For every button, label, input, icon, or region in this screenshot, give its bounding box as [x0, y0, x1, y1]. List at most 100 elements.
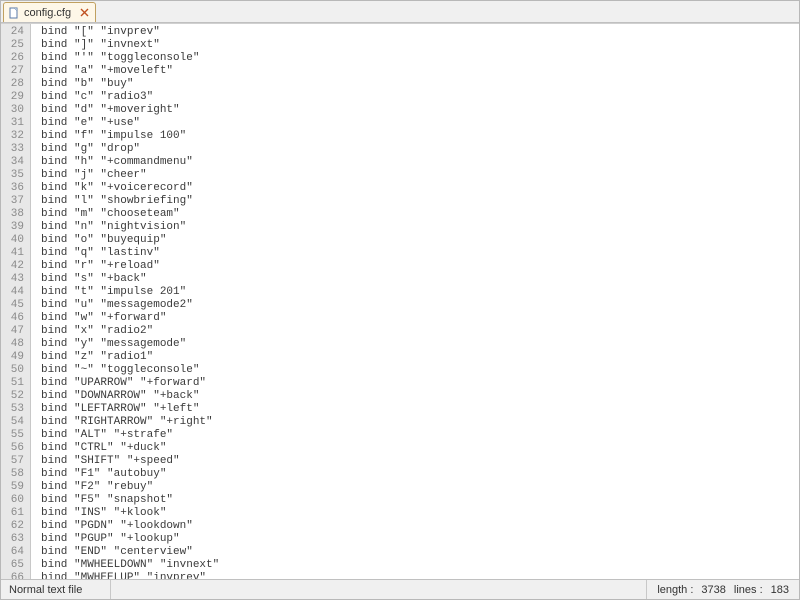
line-number: 45 — [1, 299, 30, 312]
code-line[interactable]: bind "h" "+commandmenu" — [41, 156, 799, 169]
line-number: 48 — [1, 338, 30, 351]
line-number: 31 — [1, 117, 30, 130]
line-number: 64 — [1, 546, 30, 559]
line-number: 56 — [1, 442, 30, 455]
close-icon[interactable] — [79, 8, 89, 18]
line-number: 35 — [1, 169, 30, 182]
code-line[interactable]: bind "n" "nightvision" — [41, 221, 799, 234]
code-line[interactable]: bind "CTRL" "+duck" — [41, 442, 799, 455]
code-line[interactable]: bind "r" "+reload" — [41, 260, 799, 273]
code-line[interactable]: bind "e" "+use" — [41, 117, 799, 130]
code-line[interactable]: bind "DOWNARROW" "+back" — [41, 390, 799, 403]
line-number: 55 — [1, 429, 30, 442]
code-line[interactable]: bind "d" "+moveright" — [41, 104, 799, 117]
code-line[interactable]: bind "b" "buy" — [41, 78, 799, 91]
status-metrics: length : 3738 lines : 183 — [647, 580, 799, 599]
line-number-gutter: 2425262728293031323334353637383940414243… — [1, 24, 31, 579]
status-length-label: length : — [657, 584, 693, 596]
code-line[interactable]: bind "y" "messagemode" — [41, 338, 799, 351]
code-line[interactable]: bind "MWHEELDOWN" "invnext" — [41, 559, 799, 572]
editor-area[interactable]: 2425262728293031323334353637383940414243… — [1, 23, 799, 579]
code-line[interactable]: bind "]" "invnext" — [41, 39, 799, 52]
code-line[interactable]: bind "F2" "rebuy" — [41, 481, 799, 494]
line-number: 47 — [1, 325, 30, 338]
code-line[interactable]: bind "RIGHTARROW" "+right" — [41, 416, 799, 429]
line-number: 60 — [1, 494, 30, 507]
line-number: 63 — [1, 533, 30, 546]
code-line[interactable]: bind "f" "impulse 100" — [41, 130, 799, 143]
line-number: 33 — [1, 143, 30, 156]
line-number: 52 — [1, 390, 30, 403]
code-line[interactable]: bind "o" "buyequip" — [41, 234, 799, 247]
code-line[interactable]: bind "w" "+forward" — [41, 312, 799, 325]
line-number: 32 — [1, 130, 30, 143]
line-number: 62 — [1, 520, 30, 533]
line-number: 44 — [1, 286, 30, 299]
code-line[interactable]: bind "u" "messagemode2" — [41, 299, 799, 312]
line-number: 26 — [1, 52, 30, 65]
code-line[interactable]: bind "a" "+moveleft" — [41, 65, 799, 78]
code-line[interactable]: bind "q" "lastinv" — [41, 247, 799, 260]
line-number: 43 — [1, 273, 30, 286]
code-line[interactable]: bind "ALT" "+strafe" — [41, 429, 799, 442]
line-number: 57 — [1, 455, 30, 468]
line-number: 40 — [1, 234, 30, 247]
code-line[interactable]: bind "F1" "autobuy" — [41, 468, 799, 481]
code-line[interactable]: bind "INS" "+klook" — [41, 507, 799, 520]
line-number: 65 — [1, 559, 30, 572]
code-line[interactable]: bind "j" "cheer" — [41, 169, 799, 182]
code-line[interactable]: bind "PGDN" "+lookdown" — [41, 520, 799, 533]
code-line[interactable]: bind "~" "toggleconsole" — [41, 364, 799, 377]
line-number: 58 — [1, 468, 30, 481]
line-number: 25 — [1, 39, 30, 52]
tab-filename: config.cfg — [24, 7, 71, 19]
tab-config-cfg[interactable]: config.cfg — [3, 2, 96, 22]
code-line[interactable]: bind "x" "radio2" — [41, 325, 799, 338]
line-number: 61 — [1, 507, 30, 520]
line-number: 54 — [1, 416, 30, 429]
line-number: 39 — [1, 221, 30, 234]
line-number: 50 — [1, 364, 30, 377]
line-number: 34 — [1, 156, 30, 169]
code-line[interactable]: bind "PGUP" "+lookup" — [41, 533, 799, 546]
line-number: 37 — [1, 195, 30, 208]
status-bar: Normal text file length : 3738 lines : 1… — [1, 579, 799, 599]
code-line[interactable]: bind "s" "+back" — [41, 273, 799, 286]
code-line[interactable]: bind "'" "toggleconsole" — [41, 52, 799, 65]
code-content[interactable]: bind "[" "invprev"bind "]" "invnext"bind… — [31, 24, 799, 579]
code-line[interactable]: bind "m" "chooseteam" — [41, 208, 799, 221]
line-number: 38 — [1, 208, 30, 221]
line-number: 59 — [1, 481, 30, 494]
status-spacer — [111, 580, 647, 599]
code-line[interactable]: bind "END" "centerview" — [41, 546, 799, 559]
status-filetype: Normal text file — [1, 580, 111, 599]
code-line[interactable]: bind "[" "invprev" — [41, 26, 799, 39]
line-number: 28 — [1, 78, 30, 91]
file-icon — [8, 7, 20, 19]
status-length-value: 3738 — [701, 584, 725, 596]
line-number: 36 — [1, 182, 30, 195]
line-number: 30 — [1, 104, 30, 117]
line-number: 29 — [1, 91, 30, 104]
status-lines-label: lines : — [734, 584, 763, 596]
line-number: 41 — [1, 247, 30, 260]
code-line[interactable]: bind "k" "+voicerecord" — [41, 182, 799, 195]
code-line[interactable]: bind "MWHEELUP" "invprev" — [41, 572, 799, 579]
code-line[interactable]: bind "l" "showbriefing" — [41, 195, 799, 208]
line-number: 42 — [1, 260, 30, 273]
code-line[interactable]: bind "t" "impulse 201" — [41, 286, 799, 299]
code-line[interactable]: bind "c" "radio3" — [41, 91, 799, 104]
code-line[interactable]: bind "z" "radio1" — [41, 351, 799, 364]
line-number: 53 — [1, 403, 30, 416]
status-lines-value: 183 — [771, 584, 789, 596]
code-line[interactable]: bind "SHIFT" "+speed" — [41, 455, 799, 468]
line-number: 51 — [1, 377, 30, 390]
code-line[interactable]: bind "F5" "snapshot" — [41, 494, 799, 507]
code-line[interactable]: bind "LEFTARROW" "+left" — [41, 403, 799, 416]
line-number: 27 — [1, 65, 30, 78]
code-line[interactable]: bind "g" "drop" — [41, 143, 799, 156]
line-number: 46 — [1, 312, 30, 325]
tab-bar: config.cfg — [1, 1, 799, 23]
code-line[interactable]: bind "UPARROW" "+forward" — [41, 377, 799, 390]
line-number: 24 — [1, 26, 30, 39]
